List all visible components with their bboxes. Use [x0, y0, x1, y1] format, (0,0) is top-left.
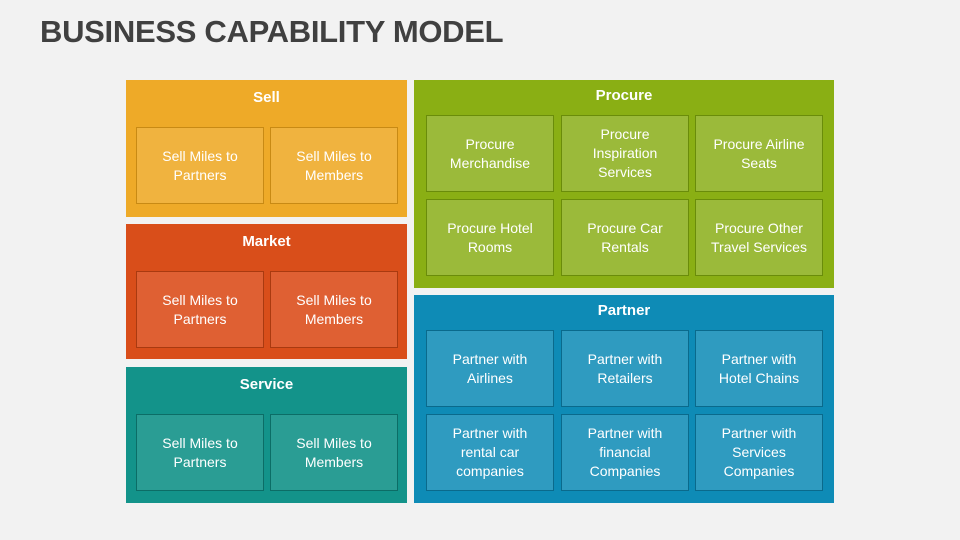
group-title: Sell — [253, 89, 280, 106]
capability-box: Partner with financial Companies — [561, 414, 689, 491]
capability-group-sell: Sell Sell Miles to Partners Sell Miles t… — [126, 80, 407, 217]
capability-group-procure: Procure Procure Merchandise Procure Insp… — [414, 80, 834, 288]
capability-box: Procure Merchandise — [426, 115, 554, 192]
capability-box: Partner with Hotel Chains — [695, 330, 823, 407]
capability-box: Sell Miles to Members — [270, 271, 398, 348]
capability-group-partner: Partner Partner with Airlines Partner wi… — [414, 295, 834, 503]
capability-box: Partner with Retailers — [561, 330, 689, 407]
page-title: BUSINESS CAPABILITY MODEL — [40, 14, 504, 49]
capability-box: Procure Inspiration Services — [561, 115, 689, 192]
capability-box: Partner with Services Companies — [695, 414, 823, 491]
capability-box: Sell Miles to Partners — [136, 271, 264, 348]
capability-box: Sell Miles to Members — [270, 414, 398, 491]
capability-box: Procure Airline Seats — [695, 115, 823, 192]
group-title: Service — [239, 376, 294, 393]
capability-box: Sell Miles to Partners — [136, 127, 264, 204]
capability-group-service: Service Sell Miles to Partners Sell Mile… — [126, 367, 407, 503]
capability-box: Procure Other Travel Services — [695, 199, 823, 276]
group-title: Market — [242, 233, 291, 250]
capability-box: Procure Hotel Rooms — [426, 199, 554, 276]
capability-group-market: Market Sell Miles to Partners Sell Miles… — [126, 224, 407, 359]
capability-box: Procure Car Rentals — [561, 199, 689, 276]
group-title: Partner — [597, 302, 651, 319]
capability-box: Sell Miles to Partners — [136, 414, 264, 491]
capability-box: Partner with rental car companies — [426, 414, 554, 491]
capability-box: Partner with Airlines — [426, 330, 554, 407]
capability-box: Sell Miles to Members — [270, 127, 398, 204]
group-title: Procure — [595, 87, 653, 104]
